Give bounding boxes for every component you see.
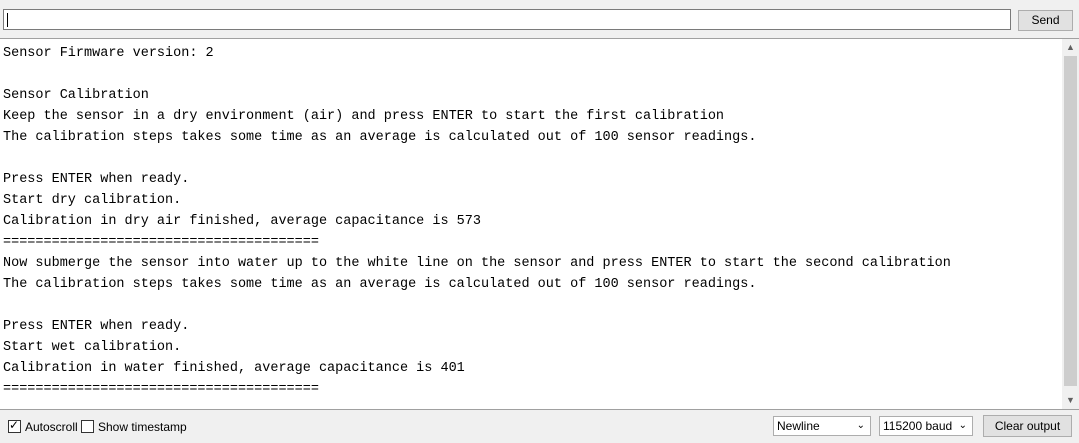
serial-output[interactable]: Sensor Firmware version: 2 Sensor Calibra… (0, 38, 1079, 410)
autoscroll-checkbox[interactable]: ✓ (8, 418, 21, 433)
line-ending-value: Newline (777, 419, 820, 433)
timestamp-checkbox[interactable] (81, 420, 94, 433)
output-line: Start wet calibration. (3, 340, 182, 355)
vertical-scrollbar[interactable]: ▲ ▼ (1062, 39, 1079, 409)
output-line: Start dry calibration. (3, 193, 182, 208)
output-line: Calibration in dry air finished, average… (3, 214, 481, 229)
baud-rate-select[interactable]: 115200 baud ⌄ (879, 416, 973, 436)
chevron-down-icon: ⌄ (856, 420, 865, 431)
text-caret (7, 13, 8, 27)
autoscroll-label: Autoscroll (25, 419, 78, 434)
autoscroll-toggle[interactable]: ✓ Autoscroll (8, 418, 78, 435)
check-icon: ✓ (9, 418, 20, 432)
output-line: Calibration in water finished, average c… (3, 361, 465, 376)
clear-output-button[interactable]: Clear output (983, 415, 1072, 437)
output-line: Sensor Calibration (3, 88, 149, 103)
output-line: Now submerge the sensor into water up to… (3, 256, 951, 271)
output-line: Sensor Firmware version: 2 (3, 46, 214, 61)
output-line: The calibration steps takes some time as… (3, 277, 757, 292)
bottom-bar: ✓ Autoscroll Show timestamp Newline ⌄ 11… (0, 410, 1079, 443)
chevron-up-icon[interactable]: ▲ (1062, 39, 1079, 56)
chevron-down-icon[interactable]: ▼ (1062, 392, 1079, 409)
timestamp-label: Show timestamp (98, 419, 187, 434)
baud-rate-value: 115200 baud (883, 419, 953, 433)
output-line: Press ENTER when ready. (3, 319, 190, 334)
output-line: ======================================= (3, 235, 319, 250)
send-button[interactable]: Send (1018, 10, 1073, 31)
output-line: ======================================= (3, 382, 319, 397)
scroll-thumb[interactable] (1064, 56, 1077, 386)
line-ending-select[interactable]: Newline ⌄ (773, 416, 871, 436)
serial-input[interactable] (3, 9, 1011, 30)
top-bar: Send (0, 0, 1079, 38)
output-text: Sensor Firmware version: 2 Sensor Calibra… (3, 43, 1059, 403)
output-line: Keep the sensor in a dry environment (ai… (3, 109, 725, 124)
timestamp-toggle[interactable]: Show timestamp (81, 418, 187, 435)
output-line: The calibration steps takes some time as… (3, 130, 757, 145)
output-line: Press ENTER when ready. (3, 172, 190, 187)
chevron-down-icon: ⌄ (958, 420, 967, 431)
